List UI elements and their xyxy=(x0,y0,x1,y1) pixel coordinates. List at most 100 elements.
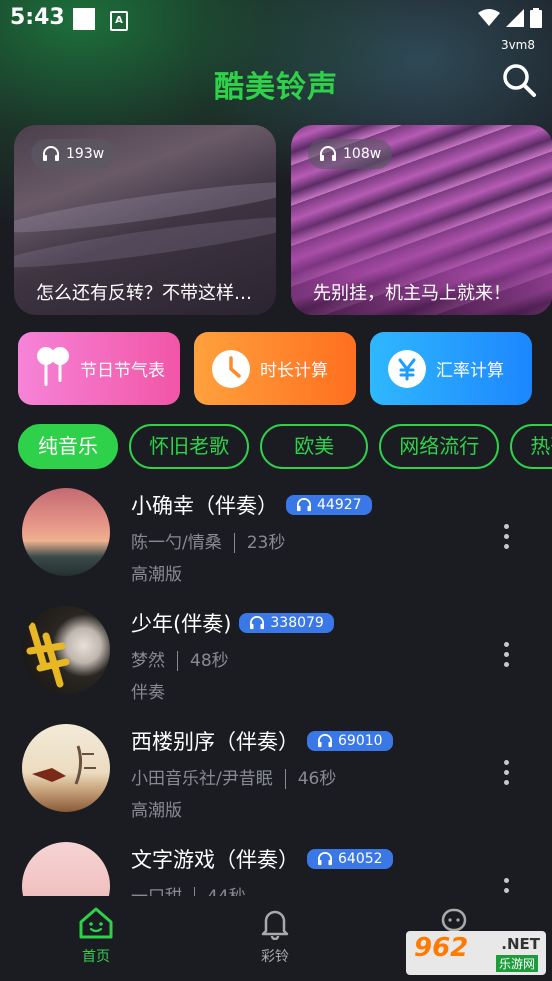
song-artist: 一口甜 xyxy=(131,887,182,896)
song-title: 文字游戏（伴奏） xyxy=(131,848,299,872)
more-options-icon[interactable] xyxy=(504,524,510,554)
list-item[interactable]: 文字游戏（伴奏） 64052 一口甜 44秒 xyxy=(0,832,552,896)
plays-badge: 193w xyxy=(31,139,116,169)
bottom-nav: 首页 彩铃 962 .NET 乐游网 xyxy=(0,896,552,981)
plays-count: 338079 xyxy=(270,615,324,631)
watermark-net: .NET xyxy=(501,935,540,953)
nav-ringtone-label: 彩铃 xyxy=(261,949,289,965)
watermark-site-name: 乐游网 xyxy=(495,955,538,972)
banner-carousel: 193w 怎么还有反转？不带这样玩的 108w 先别挂，机主马上就来！ xyxy=(14,125,552,315)
song-title-row: 少年(伴奏) 338079 xyxy=(131,608,334,638)
song-tag: 高潮版 xyxy=(131,565,182,585)
plays-count: 44927 xyxy=(317,497,362,513)
song-artist: 小田音乐社/尹昔眠 xyxy=(131,769,273,789)
holiday-calendar-button[interactable]: 节日节气表 xyxy=(18,332,180,405)
song-meta: 小田音乐社/尹昔眠 46秒 xyxy=(131,764,336,789)
site-watermark: 962 .NET 乐游网 xyxy=(406,931,546,975)
list-item[interactable]: 西楼别序（伴奏） 69010 小田音乐社/尹昔眠 46秒 高潮版 xyxy=(0,714,552,832)
tool-label: 时长计算 xyxy=(260,361,328,381)
divider xyxy=(194,887,195,896)
banner-caption: 怎么还有反转？不带这样玩的 xyxy=(36,283,262,304)
tool-row: 节日节气表 时长计算 汇率计算 xyxy=(18,332,532,405)
category-tab-popular[interactable]: 网络流行 xyxy=(379,424,500,469)
list-item[interactable]: 小确幸（伴奏） 44927 陈一勺/情桑 23秒 高潮版 xyxy=(0,478,552,596)
divider xyxy=(233,533,235,553)
headphones-icon xyxy=(297,498,311,512)
plays-badge: 44927 xyxy=(286,495,372,515)
song-duration: 44秒 xyxy=(207,887,246,896)
bell-icon xyxy=(261,910,289,941)
song-duration: 23秒 xyxy=(246,533,286,553)
list-item[interactable]: 少年(伴奏) 338079 梦然 48秒 伴奏 xyxy=(0,596,552,714)
song-title-row: 文字游戏（伴奏） 64052 xyxy=(131,844,393,874)
status-time: 5:43 xyxy=(10,5,65,30)
category-tab-western[interactable]: 欧美 xyxy=(260,424,369,469)
song-artist: 梦然 xyxy=(131,651,165,671)
app-notification-icon: A xyxy=(110,11,128,31)
carrier-label: 3vm8 xyxy=(500,38,535,52)
song-cover xyxy=(22,842,110,896)
song-tag: 伴奏 xyxy=(131,683,165,703)
exchange-rate-button[interactable]: 汇率计算 xyxy=(370,332,532,405)
category-tabs: 纯音乐 怀旧老歌 欧美 网络流行 热歌 xyxy=(18,424,552,470)
status-bar: 5:43 A 3vm8 xyxy=(0,0,552,52)
headphones-icon xyxy=(250,616,265,630)
category-tab-hits[interactable]: 热歌 xyxy=(510,424,552,469)
plays-count: 193w xyxy=(66,146,105,162)
banner-card[interactable]: 193w 怎么还有反转？不带这样玩的 xyxy=(14,125,276,315)
song-duration: 46秒 xyxy=(297,769,337,789)
banner-card[interactable]: 108w 先别挂，机主马上就来！ xyxy=(291,125,552,315)
headphones-icon xyxy=(318,734,332,748)
song-meta: 陈一勺/情桑 23秒 xyxy=(131,528,285,553)
song-duration: 48秒 xyxy=(190,651,229,671)
status-icons xyxy=(478,8,542,28)
nav-home[interactable]: 首页 xyxy=(56,906,136,966)
song-cover xyxy=(22,724,110,812)
home-icon xyxy=(79,907,113,939)
wifi-icon xyxy=(478,9,500,26)
headphones-icon xyxy=(43,146,59,161)
song-tag: 高潮版 xyxy=(131,801,182,821)
banner-caption: 先别挂，机主马上就来！ xyxy=(313,283,511,304)
divider xyxy=(177,651,178,671)
plays-count: 69010 xyxy=(338,733,383,749)
song-meta: 梦然 48秒 xyxy=(131,646,229,671)
plays-badge: 338079 xyxy=(239,613,334,633)
plays-badge: 64052 xyxy=(307,849,393,869)
duration-calc-button[interactable]: 时长计算 xyxy=(194,332,356,405)
category-tab-oldies[interactable]: 怀旧老歌 xyxy=(129,424,250,469)
search-icon[interactable] xyxy=(501,62,537,98)
song-artist: 陈一勺/情桑 xyxy=(131,533,222,553)
plays-count: 108w xyxy=(343,146,382,162)
app-title: 酷美铃声 xyxy=(214,70,338,105)
watermark-number: 962 xyxy=(414,933,469,963)
more-options-icon[interactable] xyxy=(504,642,510,672)
song-title: 小确幸（伴奏） xyxy=(131,494,278,518)
lollipop-icon xyxy=(36,344,70,393)
song-cover xyxy=(22,488,110,576)
yen-icon xyxy=(388,349,426,388)
song-meta: 一口甜 44秒 xyxy=(131,882,246,896)
nav-home-label: 首页 xyxy=(82,949,110,965)
category-tab-pure-music[interactable]: 纯音乐 xyxy=(18,424,118,469)
headphones-icon xyxy=(320,146,336,161)
song-title: 少年(伴奏) xyxy=(131,612,232,636)
clock-icon xyxy=(212,349,250,388)
cover-art xyxy=(26,622,70,688)
signal-icon xyxy=(506,9,524,27)
more-options-icon[interactable] xyxy=(504,760,510,790)
headphones-icon xyxy=(318,852,332,866)
plays-badge: 69010 xyxy=(307,731,393,751)
battery-icon xyxy=(530,8,542,28)
song-title: 西楼别序（伴奏） xyxy=(131,730,299,754)
divider xyxy=(284,769,286,789)
more-options-icon[interactable] xyxy=(504,878,510,896)
notification-icon xyxy=(73,8,95,30)
nav-ringtone[interactable]: 彩铃 xyxy=(235,906,315,966)
tool-label: 汇率计算 xyxy=(436,361,504,381)
song-list: 小确幸（伴奏） 44927 陈一勺/情桑 23秒 高潮版 少年(伴奏) 338079 … xyxy=(0,478,552,896)
tool-label: 节日节气表 xyxy=(80,361,165,381)
song-cover xyxy=(22,606,110,694)
plays-badge: 108w xyxy=(308,139,393,169)
cover-art xyxy=(32,745,96,785)
